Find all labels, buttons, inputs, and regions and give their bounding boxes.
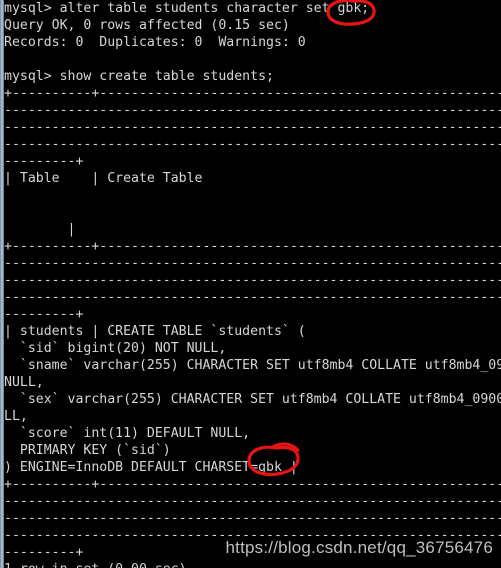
terminal-line: Query OK, 0 rows affected (0.15 sec) (4, 18, 290, 33)
terminal-line: ----------------------------------------… (4, 290, 501, 305)
terminal-line: ---------+ (4, 307, 84, 322)
terminal-line: ----------------------------------------… (4, 494, 501, 509)
terminal-line: +----------+----------------------------… (4, 239, 501, 254)
terminal-line: ----------------------------------------… (4, 511, 501, 526)
terminal-line: | (4, 222, 76, 237)
terminal-line: LL, (4, 409, 28, 424)
blog-watermark: https://blog.csdn.net/qq_36756476 (225, 538, 493, 557)
terminal-line: Records: 0 Duplicates: 0 Warnings: 0 (4, 35, 306, 50)
terminal-line: PRIMARY KEY (`sid`) (4, 443, 171, 458)
terminal-line: ----------------------------------------… (4, 120, 501, 135)
terminal-line: `sex` varchar(255) CHARACTER SET utf8mb4… (4, 392, 501, 407)
mysql-terminal-window: mysql> alter table students character se… (0, 0, 501, 568)
terminal-line: | students | CREATE TABLE `students` ( (4, 324, 306, 339)
terminal-line: 1 row in set (0.00 sec) (0, 561, 501, 568)
terminal-line: `sid` bigint(20) NOT NULL, (4, 341, 227, 356)
terminal-line: +----------+----------------------------… (4, 86, 501, 101)
terminal-line: `sname` varchar(255) CHARACTER SET utf8m… (4, 358, 501, 373)
terminal-line: mysql> alter table students character se… (4, 1, 370, 16)
terminal-line: | Table | Create Table (4, 171, 203, 186)
terminal-line: `score` int(11) DEFAULT NULL, (4, 426, 251, 441)
terminal-line: ) ENGINE=InnoDB DEFAULT CHARSET=gbk | (4, 460, 298, 475)
terminal-line: ----------------------------------------… (4, 137, 501, 152)
terminal-output[interactable]: mysql> alter table students character se… (0, 0, 501, 568)
terminal-line: ----------------------------------------… (4, 256, 501, 271)
terminal-line: mysql> show create table students; (4, 69, 274, 84)
terminal-line: ----------------------------------------… (4, 273, 501, 288)
terminal-line: ----------------------------------------… (4, 103, 501, 118)
terminal-line: +----------+----------------------------… (4, 477, 501, 492)
terminal-line: ---------+ (4, 154, 84, 169)
vertical-scrollbar[interactable] (0, 0, 4, 568)
terminal-line: NULL, (4, 375, 44, 390)
